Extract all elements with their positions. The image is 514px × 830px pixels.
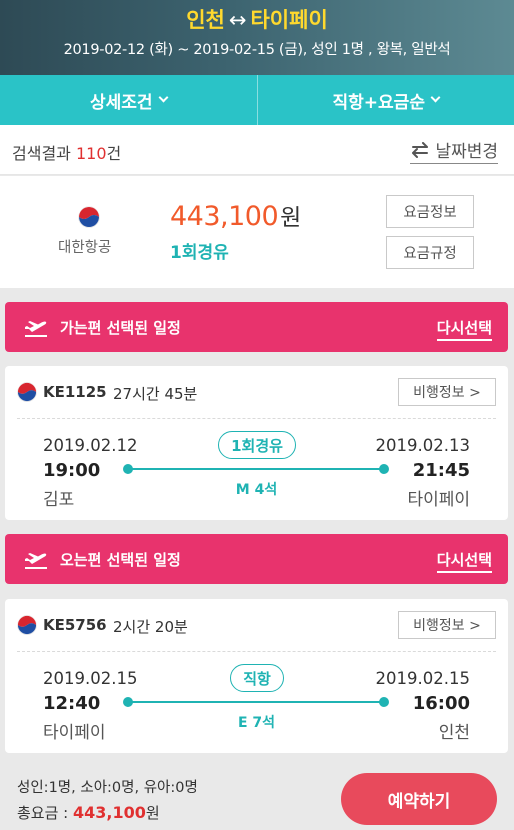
date-change-link[interactable]: 날짜변경 [410,137,498,164]
sort-label: 직항+요금순 [332,92,425,113]
seat-class: M 4석 [235,482,278,498]
korean-air-logo-icon [17,615,37,639]
total-price: 총요금 : 443,100원 [17,802,160,823]
airline-name: 대한항공 [58,240,112,256]
outbound-banner-title: 가는편 선택된 일정 [60,319,181,337]
chevron-down-icon [430,92,441,103]
result-count-prefix: 검색결과 [12,144,76,163]
seat-class: E 7석 [237,715,276,731]
swap-arrows-icon [412,141,429,158]
detail-filter-label: 상세조건 [89,92,153,113]
result-count-number: 110 [75,144,107,163]
result-bar: 검색결과 110건 날짜변경 [0,125,514,175]
flight-info-button[interactable]: 비행정보 > [398,611,496,639]
result-count: 검색결과 110건 [12,140,121,164]
inbound-banner: 오는편 선택된 일정 다시선택 [5,534,508,584]
outbound-banner: 가는편 선택된 일정 다시선택 [5,302,508,352]
outbound-reselect-link[interactable]: 다시선택 [436,317,492,341]
departure-time: 12:40 [43,693,101,714]
date-change-label: 날짜변경 [435,142,498,162]
inbound-flight-card: KE5756 2시간 20분 비행정보 > 2019.02.15 12:40 타… [5,599,508,753]
fare-rule-button[interactable]: 요금규정 [386,236,474,269]
roundtrip-arrow-icon: ↔ [228,8,247,32]
flight-duration: 2시간 20분 [113,618,188,636]
departure-date: 2019.02.15 [43,669,138,688]
fare-price-amount: 443,100 [170,201,279,232]
flight-number: KE1125 [43,383,107,401]
detail-filter-button[interactable]: 상세조건 [0,75,257,125]
fare-summary-card: 대한항공 443,100원 1회경유 요금정보 요금규정 [0,176,514,288]
fare-info-button[interactable]: 요금정보 [386,195,474,228]
departure-date: 2019.02.12 [43,436,138,455]
arrival-dot [379,697,389,707]
plane-takeoff-icon [25,553,47,569]
route-title: 인천 ↔ 타이페이 [0,4,514,34]
book-button[interactable]: 예약하기 [341,773,497,825]
fare-price: 443,100원 [170,198,301,232]
inbound-reselect-link[interactable]: 다시선택 [436,549,492,573]
flight-duration: 27시간 45분 [113,385,198,403]
arrival-date: 2019.02.13 [375,436,470,455]
booking-footer: 성인:1명, 소아:0명, 유아:0명 총요금 : 443,100원 예약하기 [0,762,514,830]
flight-number: KE5756 [43,616,107,634]
departure-dot [123,464,133,474]
plane-takeoff-icon [25,321,47,337]
fare-price-currency: 원 [280,205,301,231]
result-count-suffix: 건 [106,144,122,163]
outbound-flight-card: KE1125 27시간 45분 비행정보 > 2019.02.12 19:00 … [5,366,508,520]
total-price-currency: 원 [145,804,160,822]
stop-badge: 1회경유 [218,431,296,459]
korean-air-logo-icon [17,382,37,406]
trip-summary: 2019-02-12 (화) ~ 2019-02-15 (금), 성인 1명 ,… [63,42,451,58]
route-line [128,701,386,703]
origin-city: 인천 [186,8,225,32]
departure-dot [123,697,133,707]
arrival-date: 2019.02.15 [375,669,470,688]
passenger-count: 성인:1명, 소아:0명, 유아:0명 [17,780,198,796]
sort-dropdown-button[interactable]: 직항+요금순 [256,75,514,125]
total-price-label: 총요금 : [17,804,73,822]
total-price-amount: 443,100 [73,803,146,822]
route-header: 인천 ↔ 타이페이 2019-02-12 (화) ~ 2019-02-15 (금),… [0,0,514,75]
departure-time: 19:00 [43,460,101,481]
stop-badge: 직항 [230,664,284,692]
divider [17,418,496,419]
route-line [128,468,386,470]
arrival-time: 16:00 [412,693,470,714]
fare-stops: 1회경유 [170,243,229,263]
divider [17,651,496,652]
korean-air-logo-icon [78,206,100,232]
arrival-dot [379,464,389,474]
filter-bar: 상세조건 직항+요금순 [0,75,514,125]
arrival-time: 21:45 [412,460,470,481]
inbound-banner-title: 오는편 선택된 일정 [60,551,181,569]
destination-city: 타이페이 [250,8,328,32]
chevron-down-icon [158,92,168,103]
flight-info-button[interactable]: 비행정보 > [398,378,496,406]
